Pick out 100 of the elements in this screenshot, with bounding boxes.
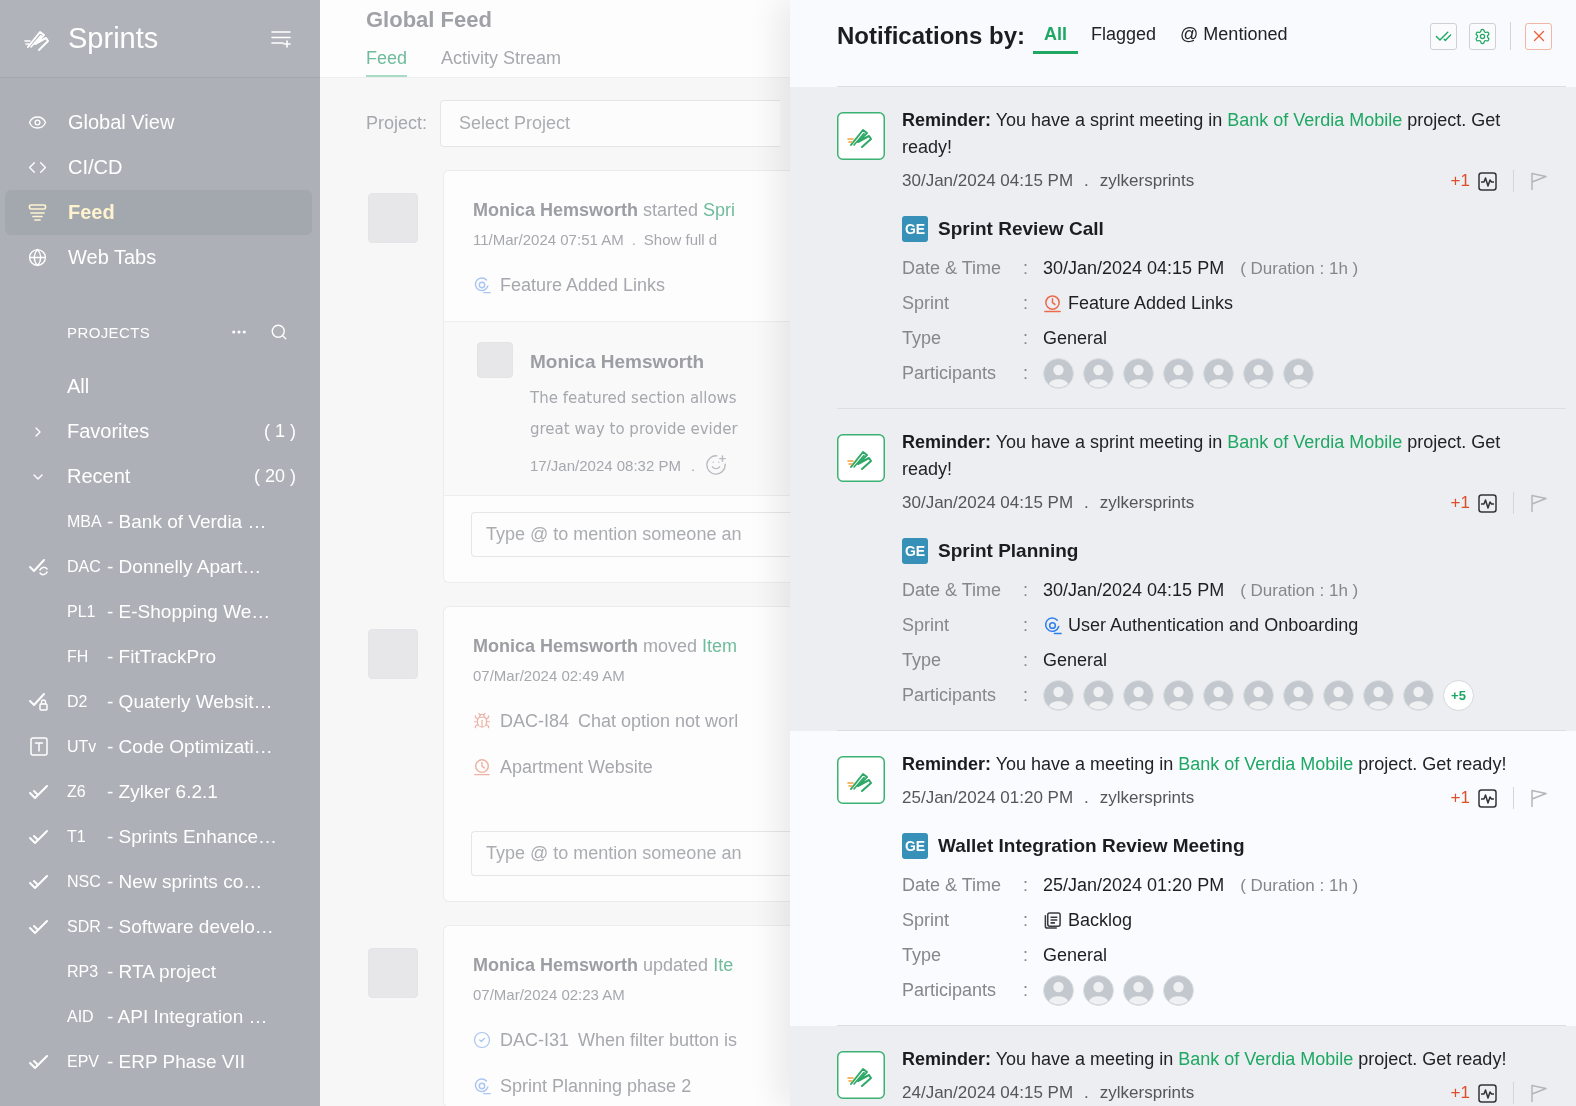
avatar-icon	[1163, 680, 1194, 711]
project-code: NSC	[67, 872, 102, 891]
project-group[interactable]: All	[0, 364, 320, 409]
colon-separator: :	[1023, 615, 1029, 636]
item-title[interactable]: Sprint Planning phase 2	[500, 1075, 692, 1097]
detail-value: General	[1043, 945, 1108, 966]
post-time: 11/Mar/2024 07:51 AM	[473, 230, 624, 248]
project-item[interactable]: Z6 - Zylker 6.2.1	[0, 769, 320, 814]
comment-field[interactable]: Type @ to mention someone an	[471, 831, 790, 876]
item-title[interactable]: Chat option not worl	[578, 710, 739, 732]
item-count: ( 20 )	[254, 466, 296, 487]
flag-icon[interactable]	[1530, 171, 1548, 191]
avatar-icon	[1243, 680, 1274, 711]
item-title[interactable]: Feature Added Links	[500, 274, 666, 296]
mark-all-read-button[interactable]	[1430, 22, 1457, 50]
project-link[interactable]: Bank of Verdia Mobile	[1227, 110, 1403, 130]
activity-icon[interactable]	[1478, 171, 1497, 191]
tab[interactable]: Activity Stream	[441, 47, 562, 77]
tab[interactable]: All	[1033, 18, 1079, 54]
colon-separator: :	[1023, 328, 1029, 349]
item-link[interactable]: Ite	[713, 955, 734, 975]
project-link[interactable]: Bank of Verdia Mobile	[1178, 1049, 1354, 1069]
count-label: +1	[1450, 788, 1470, 808]
show-full-link[interactable]: Show full d	[643, 230, 718, 248]
colon-separator: :	[1023, 258, 1029, 279]
detail-value: General	[1043, 328, 1108, 349]
project-item[interactable]: EPV - ERP Phase VII	[0, 1039, 320, 1084]
flag-icon[interactable]	[1530, 493, 1548, 513]
more-participants[interactable]: +5	[1443, 680, 1474, 711]
project-link[interactable]: Bank of Verdia Mobile	[1178, 754, 1354, 774]
settings-icon	[1474, 27, 1491, 45]
duration-note: ( Duration : 1h )	[1240, 258, 1359, 279]
project-code: RP3	[67, 962, 100, 981]
dot-separator: .	[1084, 788, 1089, 808]
project-item[interactable]: DAC - Donnelly Apart…	[0, 544, 320, 589]
add-reaction-icon[interactable]	[705, 454, 728, 476]
avatar-icon	[1163, 358, 1194, 389]
sprint-name[interactable]: User Authentication and Onboarding	[1068, 615, 1359, 636]
tab[interactable]: Flagged	[1080, 18, 1168, 54]
project-item[interactable]: D2 - Quaterly Websit…	[0, 679, 320, 724]
tab[interactable]: @ Mentioned	[1169, 18, 1299, 54]
event-title[interactable]: Sprint Review Call	[938, 218, 1104, 240]
avatar-icon	[1243, 358, 1274, 389]
notification-time: 30/Jan/2024 04:15 PM	[902, 493, 1074, 513]
event-title[interactable]: Wallet Integration Review Meeting	[938, 835, 1245, 857]
check-circle-icon	[473, 1031, 491, 1049]
sprint-name[interactable]: Backlog	[1068, 910, 1133, 931]
document-stack-icon	[1043, 911, 1062, 930]
project-code: DAC	[67, 557, 102, 576]
activity-icon[interactable]	[1478, 788, 1497, 808]
project-code: PL1	[67, 602, 97, 621]
post-time: 07/Mar/2024 02:49 AM	[473, 666, 625, 684]
project-select[interactable]: Select Project	[440, 100, 780, 147]
colon-separator: :	[1023, 685, 1029, 706]
activity-icon[interactable]	[1478, 493, 1497, 513]
type-badge: GE	[902, 833, 928, 859]
project-group[interactable]: Recent ( 20 )	[0, 454, 320, 499]
logo-icon	[837, 112, 885, 160]
sprint-name[interactable]: Feature Added Links	[1068, 293, 1234, 314]
nav-item[interactable]: Web Tabs	[5, 235, 312, 280]
tab[interactable]: Feed	[366, 47, 408, 77]
colon-separator: :	[1023, 910, 1029, 931]
project-code: AID	[67, 1007, 95, 1026]
project-item[interactable]: PL1 - E-Shopping We…	[0, 589, 320, 634]
project-item[interactable]: MBA - Bank of Verdia …	[0, 499, 320, 544]
type-badge: GE	[902, 538, 928, 564]
dot-separator: .	[631, 230, 636, 248]
project-link[interactable]: Bank of Verdia Mobile	[1227, 432, 1403, 452]
item-link[interactable]: Spri	[703, 200, 736, 220]
menu-icon[interactable]	[270, 28, 292, 49]
project-item[interactable]: FH - FitTrackPro	[0, 634, 320, 679]
project-item[interactable]: SDR - Software develo…	[0, 904, 320, 949]
item-link[interactable]: Item	[702, 636, 738, 656]
project-item[interactable]: AID - API Integration …	[0, 994, 320, 1039]
item-title[interactable]: When filter button is	[578, 1029, 738, 1051]
project-group[interactable]: Favorites ( 1 )	[0, 409, 320, 454]
source-name: zylkersprints	[1099, 493, 1195, 513]
project-item[interactable]: NSC - New sprints co…	[0, 859, 320, 904]
nav-item[interactable]: CI/CD	[5, 145, 312, 190]
avatar-icon	[1043, 975, 1074, 1006]
project-item[interactable]: T1 - Sprints Enhance…	[0, 814, 320, 859]
event-title[interactable]: Sprint Planning	[938, 540, 1079, 562]
close-button[interactable]	[1525, 22, 1552, 50]
nav-item[interactable]: Feed	[5, 190, 312, 235]
search-icon[interactable]	[270, 323, 288, 341]
project-code: Z6	[67, 782, 87, 801]
avatar-icon	[1323, 680, 1354, 711]
globe-icon	[28, 248, 47, 267]
nav-item[interactable]: Global View	[5, 100, 312, 145]
project-code: EPV	[67, 1052, 100, 1071]
project-item[interactable]: RP3 - RTA project	[0, 949, 320, 994]
activity-icon[interactable]	[1478, 1083, 1497, 1103]
settings-button[interactable]	[1469, 22, 1496, 50]
project-code: MBA	[67, 512, 103, 531]
comment-field[interactable]: Type @ to mention someone an	[471, 512, 790, 557]
flag-icon[interactable]	[1530, 788, 1548, 808]
logo-icon	[837, 1051, 885, 1099]
project-item[interactable]: UTv - Code Optimizati…	[0, 724, 320, 769]
item-title[interactable]: Apartment Website	[500, 756, 653, 778]
flag-icon[interactable]	[1530, 1083, 1548, 1103]
